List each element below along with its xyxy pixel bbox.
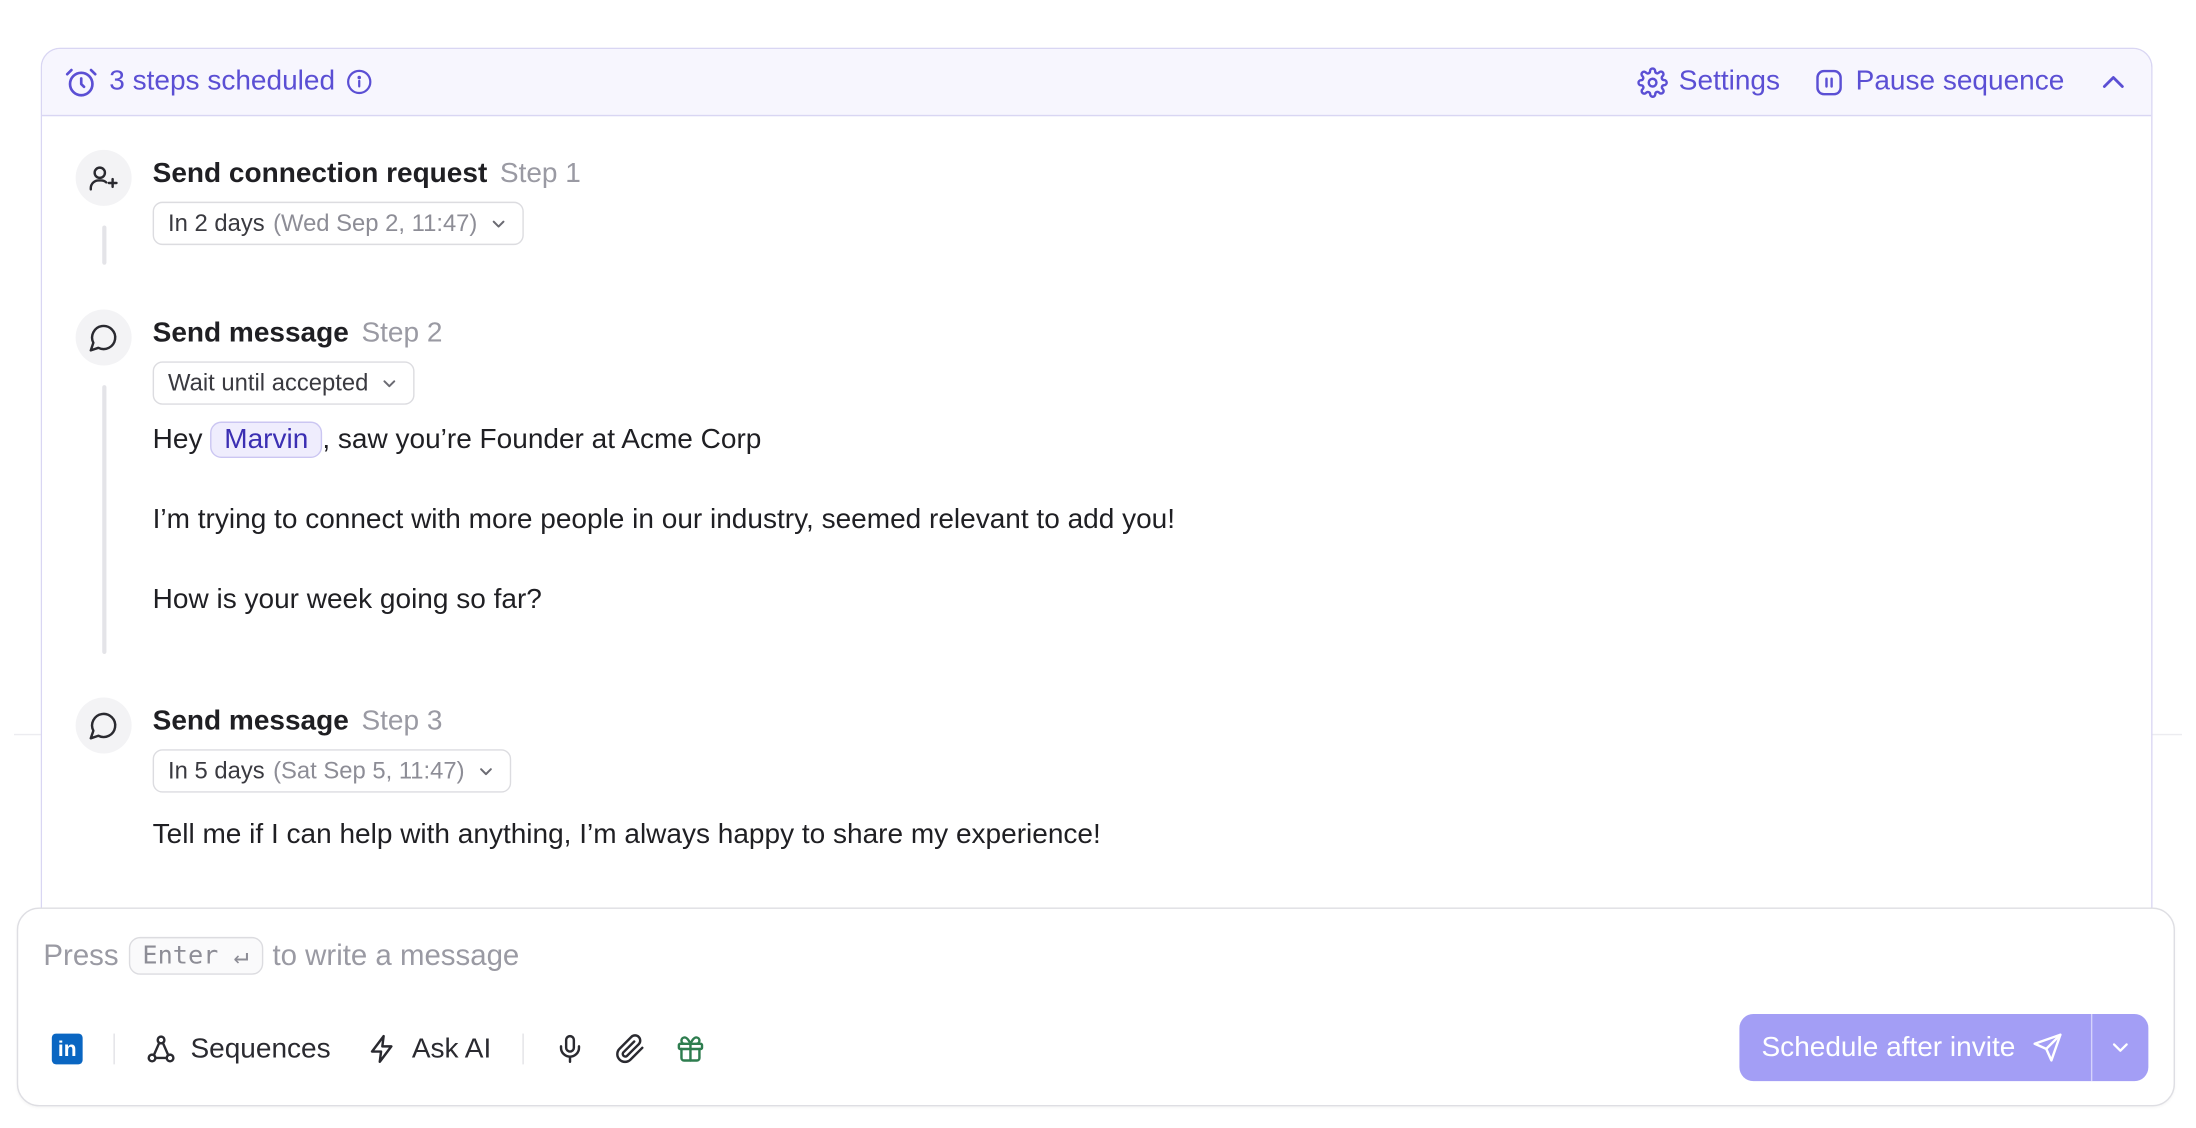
sequences-label: Sequences xyxy=(190,1032,331,1064)
schedule-options-button[interactable] xyxy=(2092,1014,2148,1081)
gear-icon xyxy=(1636,66,1668,98)
timing-label: In 2 days xyxy=(168,209,265,236)
message-line: How is your week going so far? xyxy=(152,584,542,615)
step-connector xyxy=(102,385,107,655)
message-input[interactable]: Press Enter ↵ to write a message xyxy=(43,936,520,975)
message-text: , saw you’re Founder at Acme Corp xyxy=(322,424,762,456)
timing-detail: (Wed Sep 2, 11:47) xyxy=(273,209,478,236)
chevron-down-icon xyxy=(476,761,496,781)
enter-key-hint: Enter ↵ xyxy=(128,936,263,975)
step-timing-dropdown[interactable]: In 5 days (Sat Sep 5, 11:47) xyxy=(152,749,511,793)
sequences-button[interactable]: Sequences xyxy=(146,1033,331,1065)
first-name-variable[interactable]: Marvin xyxy=(210,421,323,458)
pause-sequence-button[interactable]: Pause sequence xyxy=(1814,65,2065,98)
linkedin-button[interactable]: in xyxy=(51,1033,83,1065)
alarm-clock-icon xyxy=(64,65,98,99)
user-plus-icon xyxy=(75,149,132,206)
step-title-row: Send connection request Step 1 xyxy=(153,155,2086,191)
ask-ai-button[interactable]: Ask AI xyxy=(367,1033,491,1065)
step-title: Send connection request xyxy=(152,158,488,190)
settings-label: Settings xyxy=(1678,65,1781,97)
message-line: I’m trying to connect with more people i… xyxy=(152,504,1176,535)
send-icon xyxy=(2032,1032,2063,1063)
gift-icon[interactable] xyxy=(675,1034,706,1065)
step-message[interactable]: Hey Marvin, saw you’re Founder at Acme C… xyxy=(152,421,2086,618)
composer-toolbar: in Sequences Ask AI xyxy=(51,1028,706,1070)
step-message[interactable]: Tell me if I can help with anything, I’m… xyxy=(153,816,2086,852)
message-line: Hey Marvin, saw you’re Founder at Acme C… xyxy=(152,421,2086,458)
chevron-down-icon xyxy=(380,373,400,393)
chevron-up-icon[interactable] xyxy=(2098,67,2129,98)
step-connector xyxy=(102,225,107,265)
placeholder-hint: to write a message xyxy=(272,939,520,972)
sequence-panel: 3 steps scheduled Settings Pause sequenc xyxy=(40,47,2153,944)
greeting-text: Hey xyxy=(152,424,203,456)
pause-sequence-label: Pause sequence xyxy=(1855,65,2065,97)
step-number: Step 2 xyxy=(361,317,443,349)
step-title-row: Send message Step 2 xyxy=(153,315,2086,351)
step-number: Step 3 xyxy=(361,705,443,737)
linkedin-icon: in xyxy=(51,1033,83,1065)
timing-label: In 5 days xyxy=(168,756,265,784)
paperclip-icon[interactable] xyxy=(615,1034,646,1065)
message-composer: Press Enter ↵ to write a message in Sequ… xyxy=(16,907,2175,1107)
chevron-down-icon xyxy=(489,214,509,234)
settings-button[interactable]: Settings xyxy=(1636,65,1781,98)
step-title: Send message xyxy=(152,705,349,737)
placeholder-press: Press xyxy=(43,939,119,972)
schedule-label: Schedule after invite xyxy=(1761,1031,2016,1063)
message-line: Tell me if I can help with anything, I’m… xyxy=(152,819,1101,851)
sequence-header: 3 steps scheduled Settings Pause sequenc xyxy=(42,49,2152,117)
step-number: Step 1 xyxy=(499,158,581,190)
message-bubble-icon xyxy=(75,697,132,754)
step-timing-dropdown[interactable]: In 2 days (Wed Sep 2, 11:47) xyxy=(152,201,524,246)
lightning-icon xyxy=(367,1034,398,1065)
step-title-row: Send message Step 3 xyxy=(153,703,2086,739)
toolbar-divider xyxy=(522,1033,524,1065)
step-title: Send message xyxy=(152,317,349,349)
microphone-icon[interactable] xyxy=(554,1034,585,1065)
timing-detail: (Sat Sep 5, 11:47) xyxy=(273,756,465,784)
message-bubble-icon xyxy=(75,309,132,366)
toolbar-divider xyxy=(113,1033,115,1065)
step-timing-dropdown[interactable]: Wait until accepted xyxy=(152,361,415,405)
timing-label: Wait until accepted xyxy=(168,369,369,396)
chevron-down-icon xyxy=(2108,1035,2133,1060)
ask-ai-label: Ask AI xyxy=(411,1032,492,1064)
pause-icon xyxy=(1814,67,1845,98)
schedule-after-invite-button[interactable]: Schedule after invite xyxy=(1739,1014,2091,1081)
schedule-button-group: Schedule after invite xyxy=(1739,1013,2149,1082)
steps-scheduled-label: 3 steps scheduled xyxy=(109,65,336,97)
sequences-icon xyxy=(146,1034,177,1065)
info-icon[interactable] xyxy=(346,69,373,96)
